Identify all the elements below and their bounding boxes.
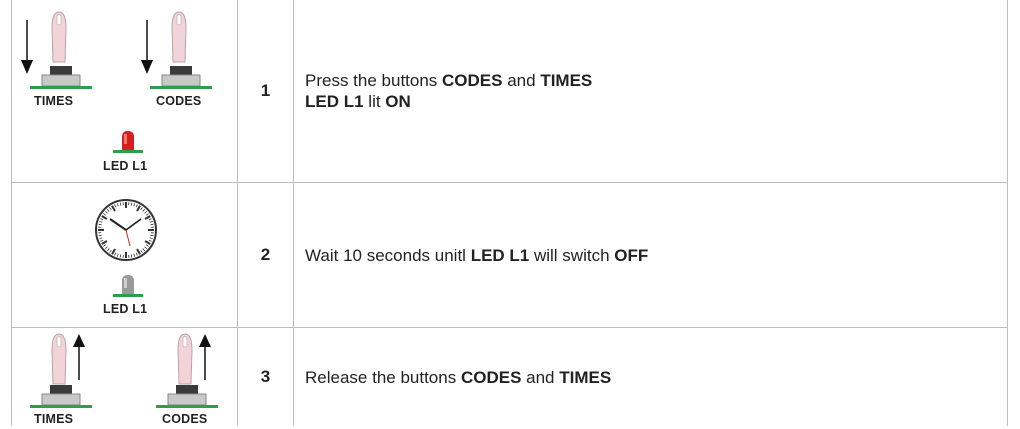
led-label: LED L1 bbox=[103, 302, 148, 316]
push-button-icon bbox=[156, 385, 218, 408]
times-button-label: TIMES bbox=[34, 94, 74, 108]
times-button-label: TIMES bbox=[34, 412, 74, 426]
arrow-up-icon bbox=[199, 334, 211, 380]
step-number: 2 bbox=[237, 182, 294, 328]
push-button-icon bbox=[30, 66, 92, 89]
step-1-description: Press the buttons CODES and TIMES LED L1… bbox=[293, 0, 1008, 183]
step-1-illustration: TIMES CODES LED L1 bbox=[11, 0, 238, 183]
led-off-icon bbox=[113, 275, 143, 297]
step-row-2: LED L1 2 Wait 10 seconds unitl LED L1 wi… bbox=[11, 182, 1008, 328]
finger-icon bbox=[177, 333, 193, 385]
step-2-illustration: LED L1 bbox=[11, 182, 238, 328]
codes-button-label: CODES bbox=[156, 94, 202, 108]
finger-icon bbox=[171, 11, 187, 63]
instruction-table: TIMES CODES LED L1 1 Press the buttons C… bbox=[11, 0, 1008, 426]
arrow-up-icon bbox=[73, 334, 85, 380]
step-1-line-1: Press the buttons CODES and TIMES bbox=[305, 71, 593, 90]
step-3-line-1: Release the buttons CODES and TIMES bbox=[305, 367, 612, 387]
step-2-line-1: Wait 10 seconds unitl LED L1 will switch… bbox=[305, 245, 649, 265]
push-button-icon bbox=[150, 66, 212, 89]
step-number: 3 bbox=[237, 327, 294, 426]
finger-icon bbox=[51, 11, 67, 63]
finger-icon bbox=[51, 333, 67, 385]
led-label: LED L1 bbox=[103, 159, 148, 173]
step-row-3: TIMES CODES 3 Release the buttons CODES … bbox=[11, 327, 1008, 426]
step-3-illustration: TIMES CODES bbox=[11, 327, 238, 426]
push-button-icon bbox=[30, 385, 92, 408]
clock-icon bbox=[95, 199, 157, 261]
step-3-description: Release the buttons CODES and TIMES bbox=[293, 327, 1008, 426]
led-on-icon bbox=[113, 131, 143, 153]
codes-button-label: CODES bbox=[162, 412, 208, 426]
step-row-1: TIMES CODES LED L1 1 Press the buttons C… bbox=[11, 0, 1008, 183]
step-number: 1 bbox=[237, 0, 294, 183]
step-2-description: Wait 10 seconds unitl LED L1 will switch… bbox=[293, 182, 1008, 328]
step-1-line-2: LED L1 lit ON bbox=[305, 92, 411, 111]
